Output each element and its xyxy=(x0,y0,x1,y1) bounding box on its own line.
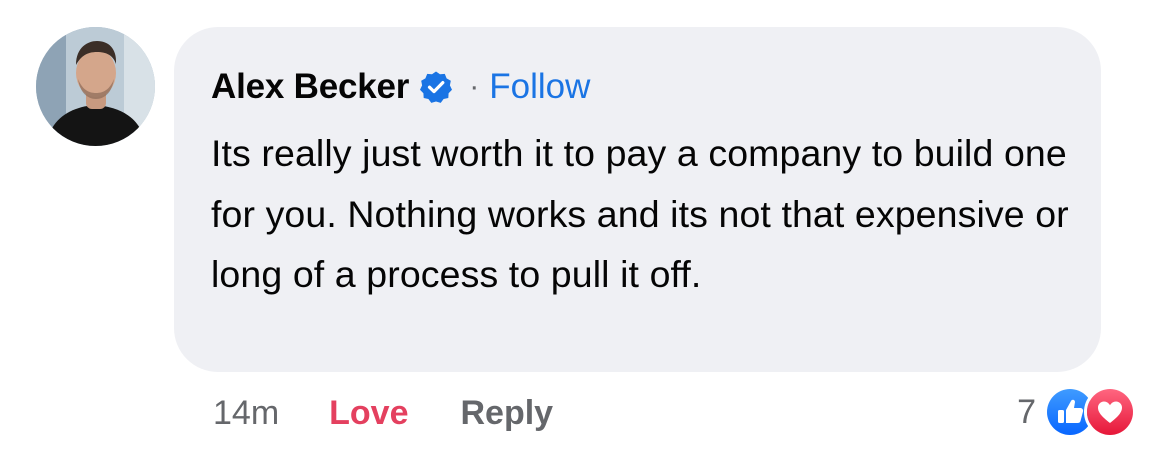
separator-dot: · xyxy=(469,70,480,103)
heart-icon xyxy=(1084,386,1136,438)
comment-actions: 14m Love Reply xyxy=(213,388,553,438)
comment-bubble: Alex Becker · Follow Its really just wor… xyxy=(174,27,1101,372)
reaction-count: 7 xyxy=(1017,392,1036,431)
avatar-photo xyxy=(36,27,155,146)
verified-badge-icon xyxy=(419,70,453,104)
reply-button[interactable]: Reply xyxy=(461,394,554,433)
comment-timestamp[interactable]: 14m xyxy=(213,394,279,433)
avatar[interactable] xyxy=(36,27,155,146)
love-button[interactable]: Love xyxy=(329,394,408,433)
follow-button[interactable]: Follow xyxy=(489,67,590,107)
reaction-summary[interactable]: 7 xyxy=(1017,384,1136,440)
comment-text: Its really just worth it to pay a compan… xyxy=(211,132,1069,295)
author-name[interactable]: Alex Becker xyxy=(211,67,409,107)
comment-header: Alex Becker · Follow xyxy=(211,63,590,111)
